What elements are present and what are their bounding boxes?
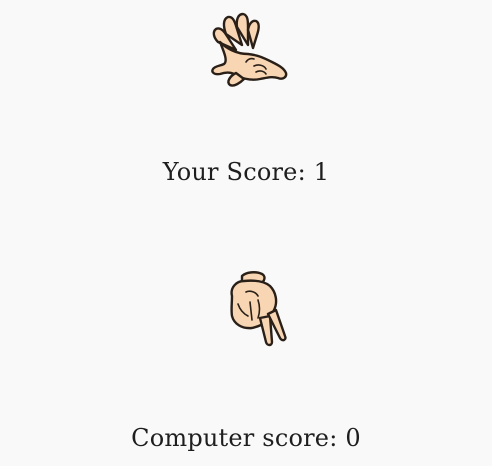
paper-hand-icon <box>206 12 292 88</box>
computer-score-label: Computer score: <box>131 424 338 452</box>
computer-score-text: Computer score: 0 <box>0 424 492 452</box>
player-score-text: Your Score: 1 <box>0 158 492 186</box>
scissors-hand-icon <box>222 270 292 352</box>
computer-score-value: 0 <box>345 424 361 452</box>
player-score-value: 1 <box>313 158 330 186</box>
player-score-label: Your Score: <box>162 158 306 186</box>
